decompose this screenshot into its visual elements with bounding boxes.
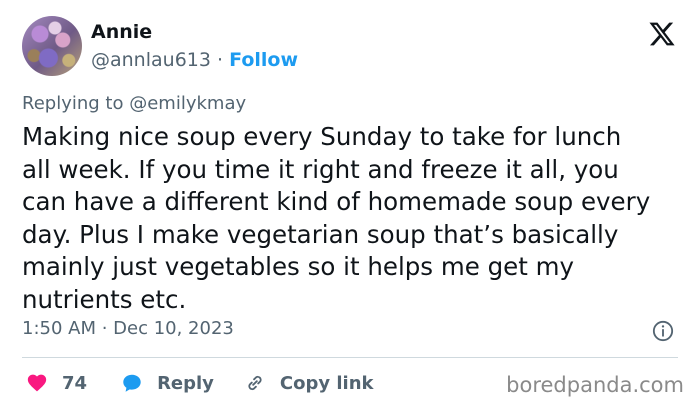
watermark: boredpanda.com [506, 373, 684, 397]
tweet-card: Annie @annlau613 · Follow Replying to @e… [0, 0, 700, 410]
copy-link-label: Copy link [279, 372, 374, 394]
author-handle-row: @annlau613 · Follow [91, 49, 298, 71]
like-button[interactable]: 74 [26, 372, 87, 394]
reply-label: Reply [157, 372, 214, 394]
author-name[interactable]: Annie [91, 21, 152, 43]
timestamp[interactable]: 1:50 AM · Dec 10, 2023 [22, 318, 234, 339]
replying-to: Replying to @emilykmay [22, 93, 246, 114]
heart-icon [27, 374, 47, 392]
divider [22, 357, 678, 358]
x-logo-icon[interactable] [648, 20, 676, 48]
author-handle[interactable]: @annlau613 [91, 49, 211, 71]
info-icon[interactable] [652, 320, 674, 342]
replying-prefix: Replying to [22, 93, 124, 114]
avatar[interactable] [22, 16, 82, 76]
separator: · [217, 49, 224, 71]
copy-link-button[interactable]: Copy link [244, 372, 374, 394]
reply-button[interactable]: Reply [121, 372, 214, 394]
follow-button[interactable]: Follow [229, 49, 298, 71]
action-bar: 74 Reply Copy link [26, 370, 374, 396]
link-icon [248, 375, 262, 391]
like-count: 74 [62, 372, 88, 394]
reply-bubble-icon [123, 374, 141, 392]
replying-target[interactable]: @emilykmay [129, 93, 246, 114]
tweet-text: Making nice soup every Sunday to take fo… [22, 122, 651, 314]
